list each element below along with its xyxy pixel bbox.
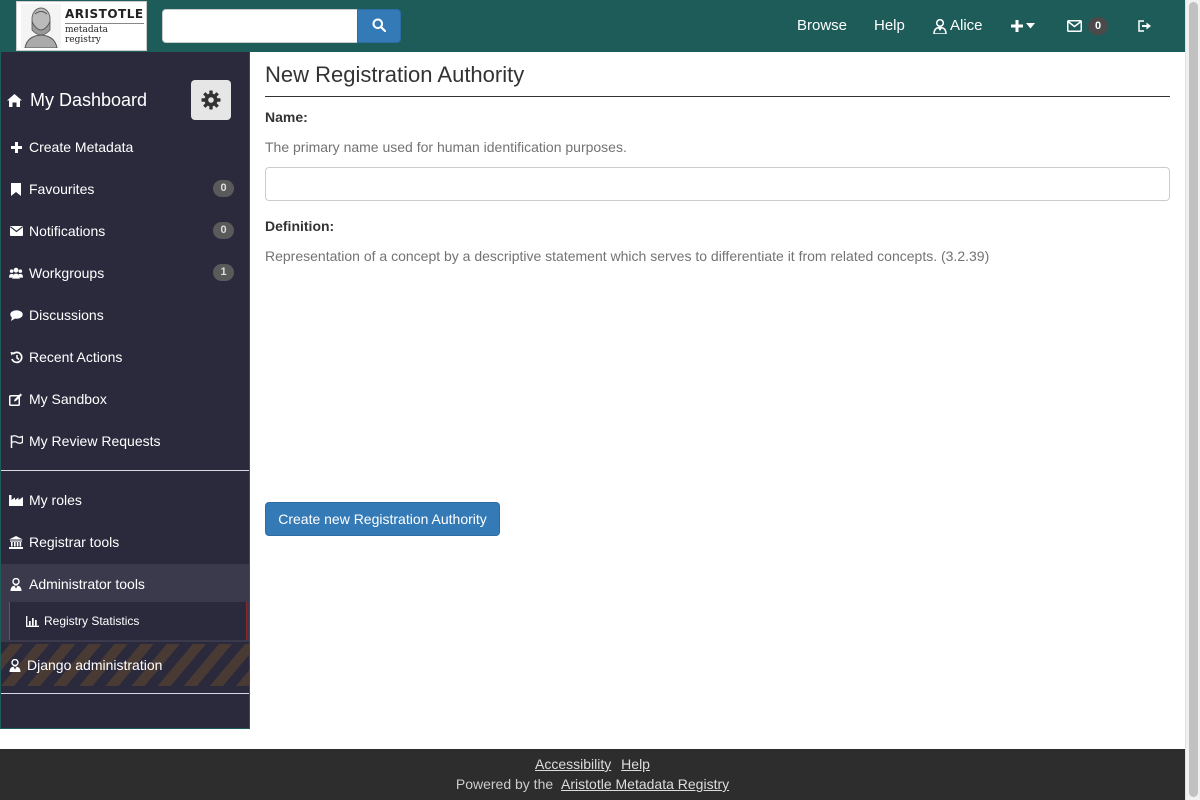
history-icon <box>9 350 23 364</box>
aristotle-bust-icon <box>21 4 61 49</box>
sidebar-item-label: My roles <box>29 492 82 508</box>
top-navbar: ARISTOTLE metadata registry Browse Help … <box>0 0 1185 52</box>
sidebar-item-django-administration[interactable]: Django administration <box>1 644 249 686</box>
dashboard-settings-button[interactable] <box>191 80 231 120</box>
footer-help-link[interactable]: Help <box>621 756 650 772</box>
sidebar-item-label: Notifications <box>29 223 106 239</box>
sidebar-item-label: Create Metadata <box>29 139 134 155</box>
workgroups-count-badge: 1 <box>213 264 234 281</box>
flag-icon <box>9 434 23 448</box>
sidebar-item-label: Django administration <box>27 657 163 673</box>
sidebar-item-registrar-tools[interactable]: Registrar tools <box>1 521 249 563</box>
user-menu[interactable]: Alice <box>933 0 983 52</box>
add-menu[interactable] <box>1011 0 1035 52</box>
title-divider <box>265 96 1170 97</box>
edit-icon <box>9 392 23 406</box>
footer: Accessibility Help Powered by the Aristo… <box>0 749 1185 800</box>
sidebar-divider <box>1 470 249 471</box>
envelope-icon <box>1067 20 1082 32</box>
sidebar-item-label: Administrator tools <box>29 576 145 592</box>
bookmark-icon <box>9 182 23 196</box>
aristotle-logo[interactable]: ARISTOTLE metadata registry <box>16 1 147 51</box>
gear-icon <box>201 90 221 110</box>
sidebar-item-my-sandbox[interactable]: My Sandbox <box>1 378 249 420</box>
plus-icon <box>1011 20 1023 32</box>
user-icon <box>933 18 947 34</box>
comment-icon <box>9 308 23 322</box>
sidebar-item-notifications[interactable]: Notifications 0 <box>1 210 249 252</box>
name-field-help: The primary name used for human identifi… <box>265 139 627 155</box>
sidebar-item-administrator-tools[interactable]: Administrator tools <box>1 563 249 605</box>
sidebar-item-create-metadata[interactable]: Create Metadata <box>1 126 249 168</box>
dashboard-label: My Dashboard <box>30 89 148 110</box>
sidebar-item-label: Favourites <box>29 181 95 197</box>
scrollbar-thumb[interactable] <box>1189 2 1198 797</box>
industry-icon <box>9 493 23 507</box>
footer-registry-link[interactable]: Aristotle Metadata Registry <box>561 776 729 792</box>
sidebar-item-registry-statistics[interactable]: Registry Statistics <box>9 602 247 640</box>
logo-subtitle: metadata registry <box>65 23 144 45</box>
sidebar-item-label: My Review Requests <box>29 433 161 449</box>
definition-field-help: Representation of a concept by a descrip… <box>265 248 990 264</box>
bar-chart-icon <box>26 615 39 627</box>
name-input[interactable] <box>265 167 1170 201</box>
envelope-icon <box>9 224 23 238</box>
sidebar-item-workgroups[interactable]: Workgroups 1 <box>1 252 249 294</box>
sign-out-icon <box>1138 20 1152 32</box>
users-icon <box>9 266 23 280</box>
sidebar-item-label: Discussions <box>29 307 104 323</box>
sidebar-item-label: Workgroups <box>29 265 105 281</box>
page-scrollbar[interactable] <box>1185 0 1200 800</box>
sidebar-item-my-review-requests[interactable]: My Review Requests <box>1 420 249 462</box>
sidebar-item-my-roles[interactable]: My roles <box>1 479 249 521</box>
create-registration-authority-button[interactable]: Create new Registration Authority <box>265 502 500 536</box>
sidebar-item-discussions[interactable]: Discussions <box>1 294 249 336</box>
nav-help-link[interactable]: Help <box>874 0 905 52</box>
inbox-menu[interactable]: 0 <box>1067 0 1108 52</box>
inbox-count-badge: 0 <box>1088 17 1108 35</box>
sidebar-item-label: Recent Actions <box>29 349 123 365</box>
search-icon <box>372 18 387 35</box>
search-button[interactable] <box>357 9 401 43</box>
user-secret-icon <box>9 658 21 672</box>
user-secret-icon <box>9 577 23 591</box>
user-name: Alice <box>950 17 983 34</box>
footer-powered-by-text: Powered by the <box>455 776 554 792</box>
sidebar-subitem-label: Registry Statistics <box>44 614 140 628</box>
sidebar-item-label: Registrar tools <box>29 534 120 550</box>
sidebar-divider <box>1 693 249 694</box>
sidebar-item-recent-actions[interactable]: Recent Actions <box>1 336 249 378</box>
footer-accessibility-link[interactable]: Accessibility <box>535 756 611 772</box>
sidebar-item-favourites[interactable]: Favourites 0 <box>1 168 249 210</box>
university-icon <box>9 535 23 549</box>
search-input[interactable] <box>162 9 358 43</box>
plus-icon <box>9 140 23 154</box>
favourites-count-badge: 0 <box>213 180 234 197</box>
logout-button[interactable] <box>1138 0 1152 52</box>
nav-browse-link[interactable]: Browse <box>797 0 847 52</box>
sidebar: My Dashboard Create Metadata Favourites … <box>0 52 250 729</box>
name-field-label: Name: <box>265 109 308 125</box>
home-icon <box>7 93 22 107</box>
caret-down-icon <box>1026 23 1035 29</box>
notifications-count-badge: 0 <box>213 222 234 239</box>
definition-field-label: Definition: <box>265 218 335 234</box>
sidebar-item-label: My Sandbox <box>29 391 107 407</box>
page-title: New Registration Authority <box>265 62 525 87</box>
logo-title: ARISTOTLE <box>65 7 144 21</box>
